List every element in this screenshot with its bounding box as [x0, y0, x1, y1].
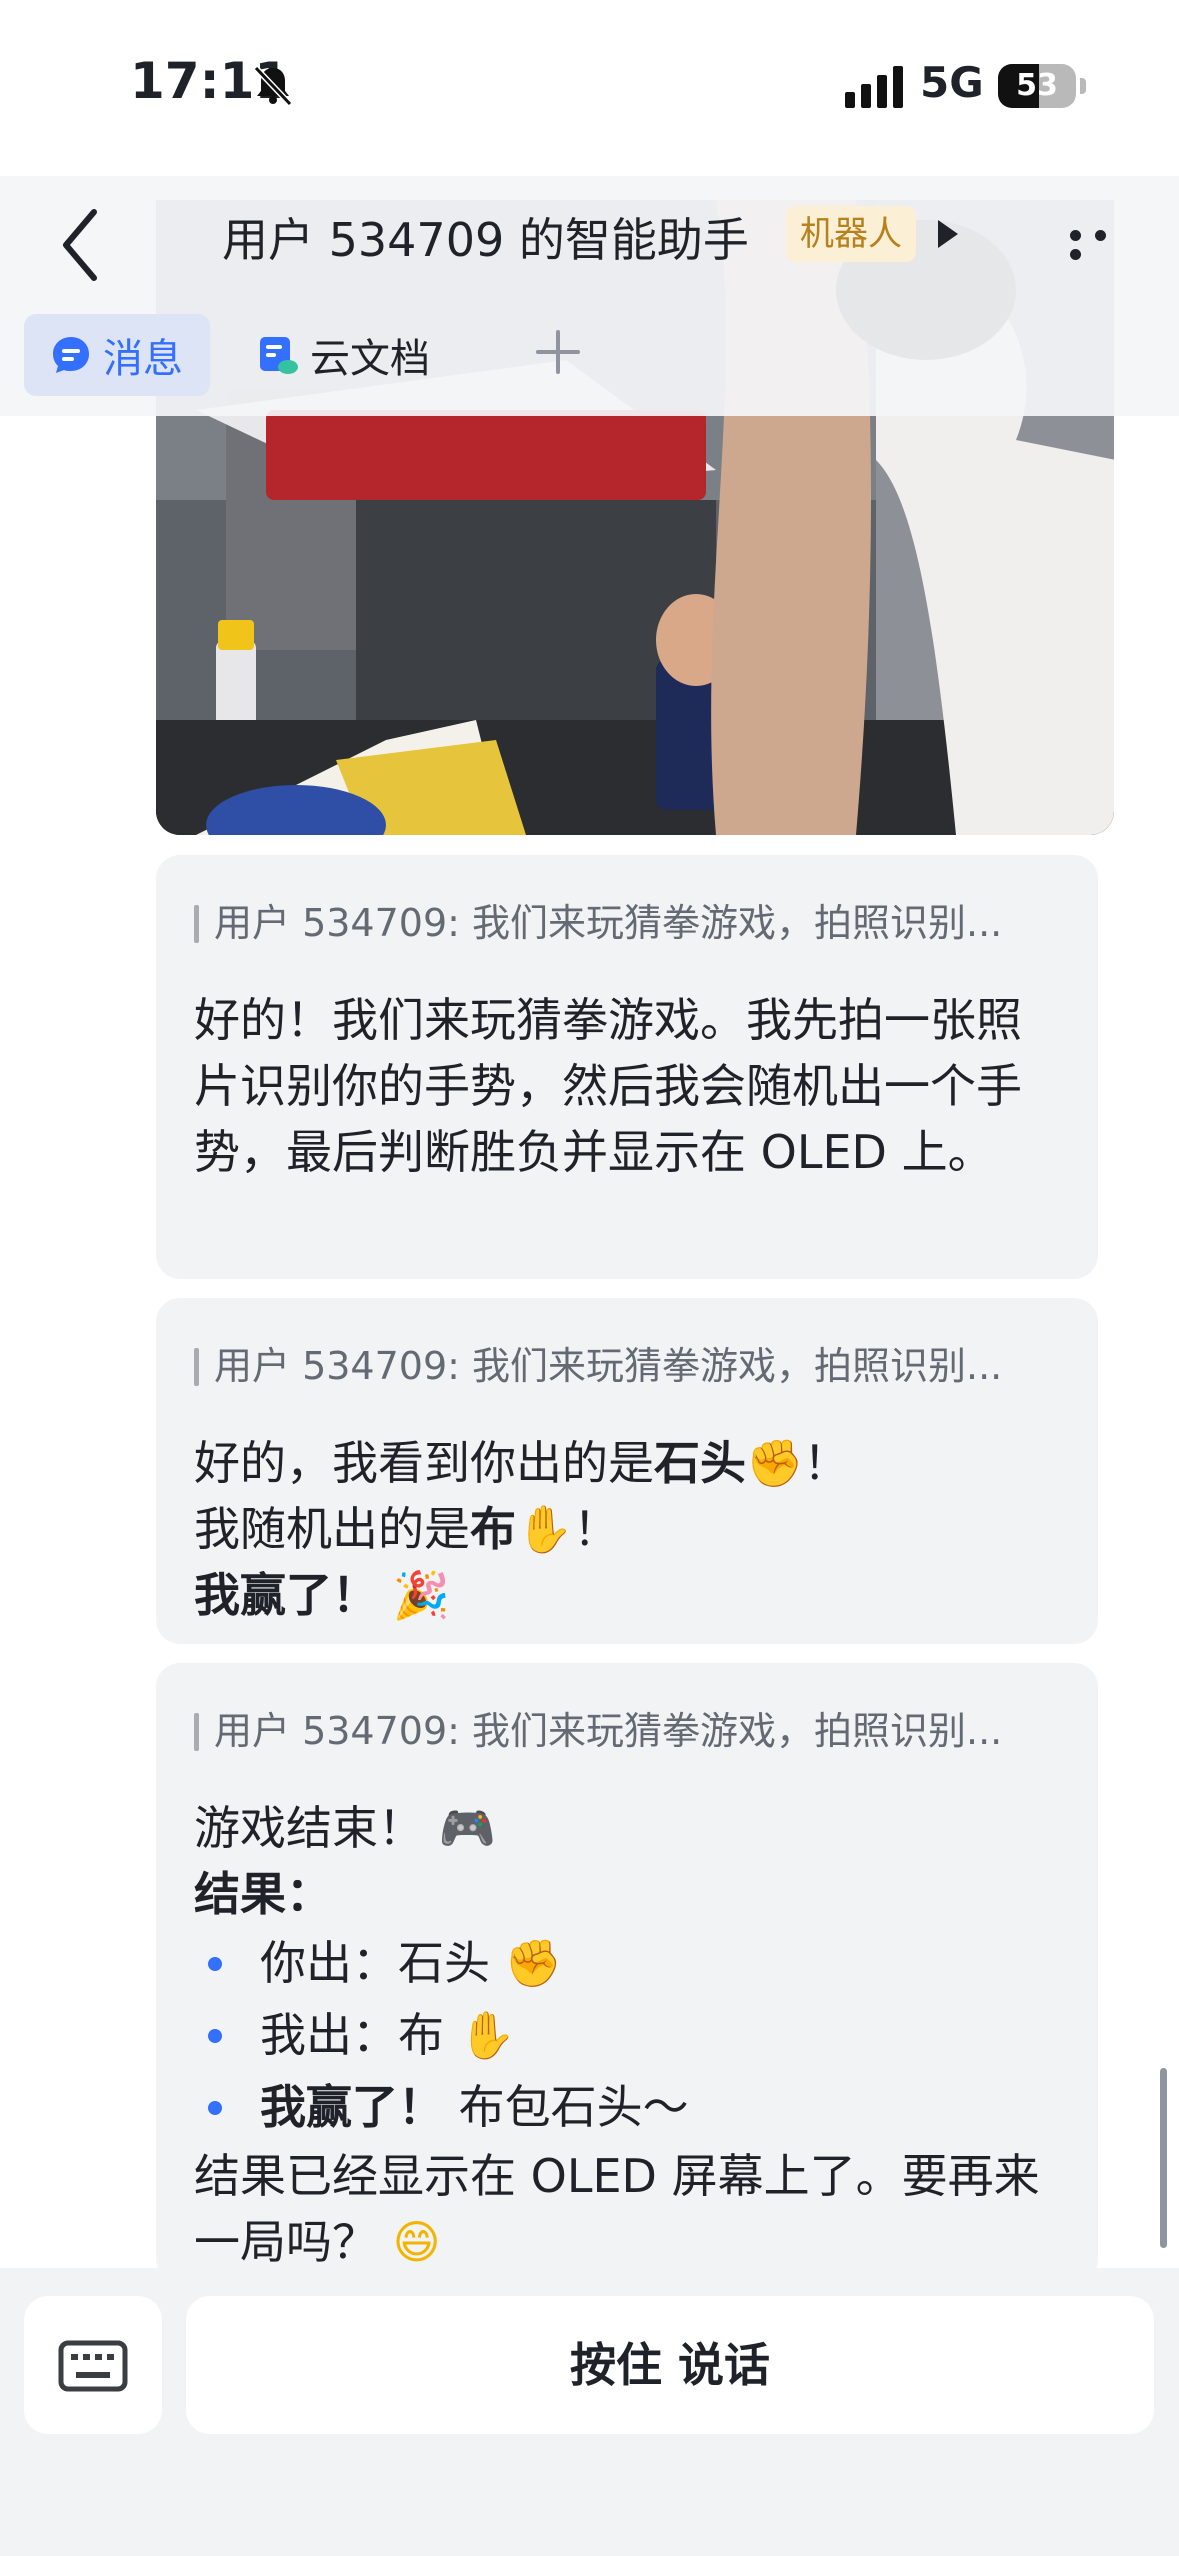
quoted-reply[interactable]: 用户 534709: 我们来玩猜拳游戏，拍照识别... — [194, 1703, 1058, 1759]
more-icon[interactable] — [1070, 226, 1140, 260]
text-span: 布包石头～ — [458, 2080, 689, 2134]
quoted-reply[interactable]: 用户 534709: 我们来玩猜拳游戏，拍照识别... — [194, 895, 1058, 951]
chat-title[interactable]: 用户 534709 的智能助手 — [222, 204, 749, 270]
bold-text: 石头 — [654, 1436, 746, 1490]
grinning-face-emoji-icon: 😄 — [392, 2215, 441, 2269]
chat-header: 用户 534709 的智能助手 机器人 消息 云文档 — [0, 176, 1179, 416]
input-bar: 按住 说话 — [0, 2268, 1179, 2556]
bold-text: 我赢了！ — [260, 2080, 444, 2134]
message-text: 好的，我看到你出的是石头✊！ 我随机出的是布✋！ 我赢了！ 🎉 — [194, 1430, 1058, 1628]
message-line: 结果已经显示在 OLED 屏幕上了。要再来一局吗？ 😄 — [194, 2143, 1058, 2275]
battery-percent: 53 — [1016, 68, 1058, 103]
text-span: ！ — [573, 1502, 620, 1556]
raised-hand-emoji-icon: ✋ — [458, 2008, 516, 2062]
list-item: 你出：石头 ✊ — [194, 1927, 1058, 1999]
chat-screen: 17:11 5G 53 用户 534709: 我们来玩猜拳游戏，拍照识别... … — [0, 0, 1179, 2556]
network-type: 5G — [920, 58, 984, 107]
result-heading: 结果： — [194, 1867, 332, 1921]
message-icon — [53, 337, 89, 373]
cellular-signal-icon — [845, 66, 903, 108]
list-item: 我赢了！ 布包石头～ — [194, 2071, 1058, 2143]
scrollbar[interactable] — [1160, 2068, 1167, 2248]
message-line: 我随机出的是布✋！ — [194, 1496, 1058, 1562]
message-line: 游戏结束！ 🎮 — [194, 1795, 1058, 1861]
bot-message[interactable]: 用户 534709: 我们来玩猜拳游戏，拍照识别... 好的，我看到你出的是石头… — [156, 1298, 1098, 1644]
bell-muted-icon — [253, 65, 293, 107]
text-span: 你出：石头 — [260, 1936, 490, 1990]
message-line: 我赢了！ 🎉 — [194, 1562, 1058, 1628]
bot-badge: 机器人 — [786, 206, 916, 262]
fist-emoji-icon: ✊ — [746, 1436, 804, 1490]
tab-cloud-docs[interactable]: 云文档 — [258, 314, 430, 396]
game-controller-emoji-icon: 🎮 — [438, 1801, 496, 1855]
party-popper-emoji-icon: 🎉 — [392, 1568, 450, 1622]
back-icon[interactable] — [52, 200, 112, 290]
tab-label: 云文档 — [310, 336, 430, 382]
status-bar: 17:11 5G 53 — [0, 0, 1179, 176]
battery-icon: 53 — [998, 64, 1076, 108]
message-text: 好的！我们来玩猜拳游戏。我先拍一张照片识别你的手势，然后我会随机出一个手势，最后… — [194, 993, 1022, 1179]
tab-messages[interactable]: 消息 — [24, 314, 210, 396]
result-list: 你出：石头 ✊ 我出：布 ✋ 我赢了！ 布包石头～ — [194, 1927, 1058, 2143]
tab-label: 消息 — [103, 336, 183, 382]
add-tab-icon[interactable] — [532, 326, 584, 378]
bot-message[interactable]: 用户 534709: 我们来玩猜拳游戏，拍照识别... 好的！我们来玩猜拳游戏。… — [156, 855, 1098, 1279]
text-span: 好的，我看到你出的是 — [194, 1436, 654, 1490]
list-item: 我出：布 ✋ — [194, 1999, 1058, 2071]
message-line: 好的，我看到你出的是石头✊！ — [194, 1430, 1058, 1496]
text-span: ！ — [803, 1436, 850, 1490]
cloud-doc-icon — [260, 337, 298, 374]
keyboard-icon — [58, 2340, 128, 2392]
hold-to-talk-button[interactable]: 按住 说话 — [186, 2296, 1154, 2434]
keyboard-toggle-button[interactable] — [24, 2296, 162, 2434]
bot-message[interactable]: 用户 534709: 我们来玩猜拳游戏，拍照识别... 游戏结束！ 🎮 结果： … — [156, 1663, 1098, 2283]
text-span: 结果已经显示在 OLED 屏幕上了。要再来一局吗？ — [194, 2149, 1040, 2269]
text-span: 我出：布 — [260, 2008, 444, 2062]
quoted-reply[interactable]: 用户 534709: 我们来玩猜拳游戏，拍照识别... — [194, 1338, 1058, 1394]
text-span: 游戏结束！ — [194, 1801, 424, 1855]
bold-text: 我赢了！ — [194, 1568, 378, 1622]
chevron-right-icon[interactable] — [938, 220, 958, 248]
message-text: 游戏结束！ 🎮 结果： 你出：石头 ✊ 我出：布 ✋ 我赢了！ 布包石头～ 结果… — [194, 1795, 1058, 2275]
text-span: 我随机出的是 — [194, 1502, 470, 1556]
fist-emoji-icon: ✊ — [504, 1936, 562, 1990]
raised-hand-emoji-icon: ✋ — [516, 1502, 574, 1556]
bold-text: 布 — [470, 1502, 516, 1556]
battery-cap — [1080, 78, 1086, 94]
